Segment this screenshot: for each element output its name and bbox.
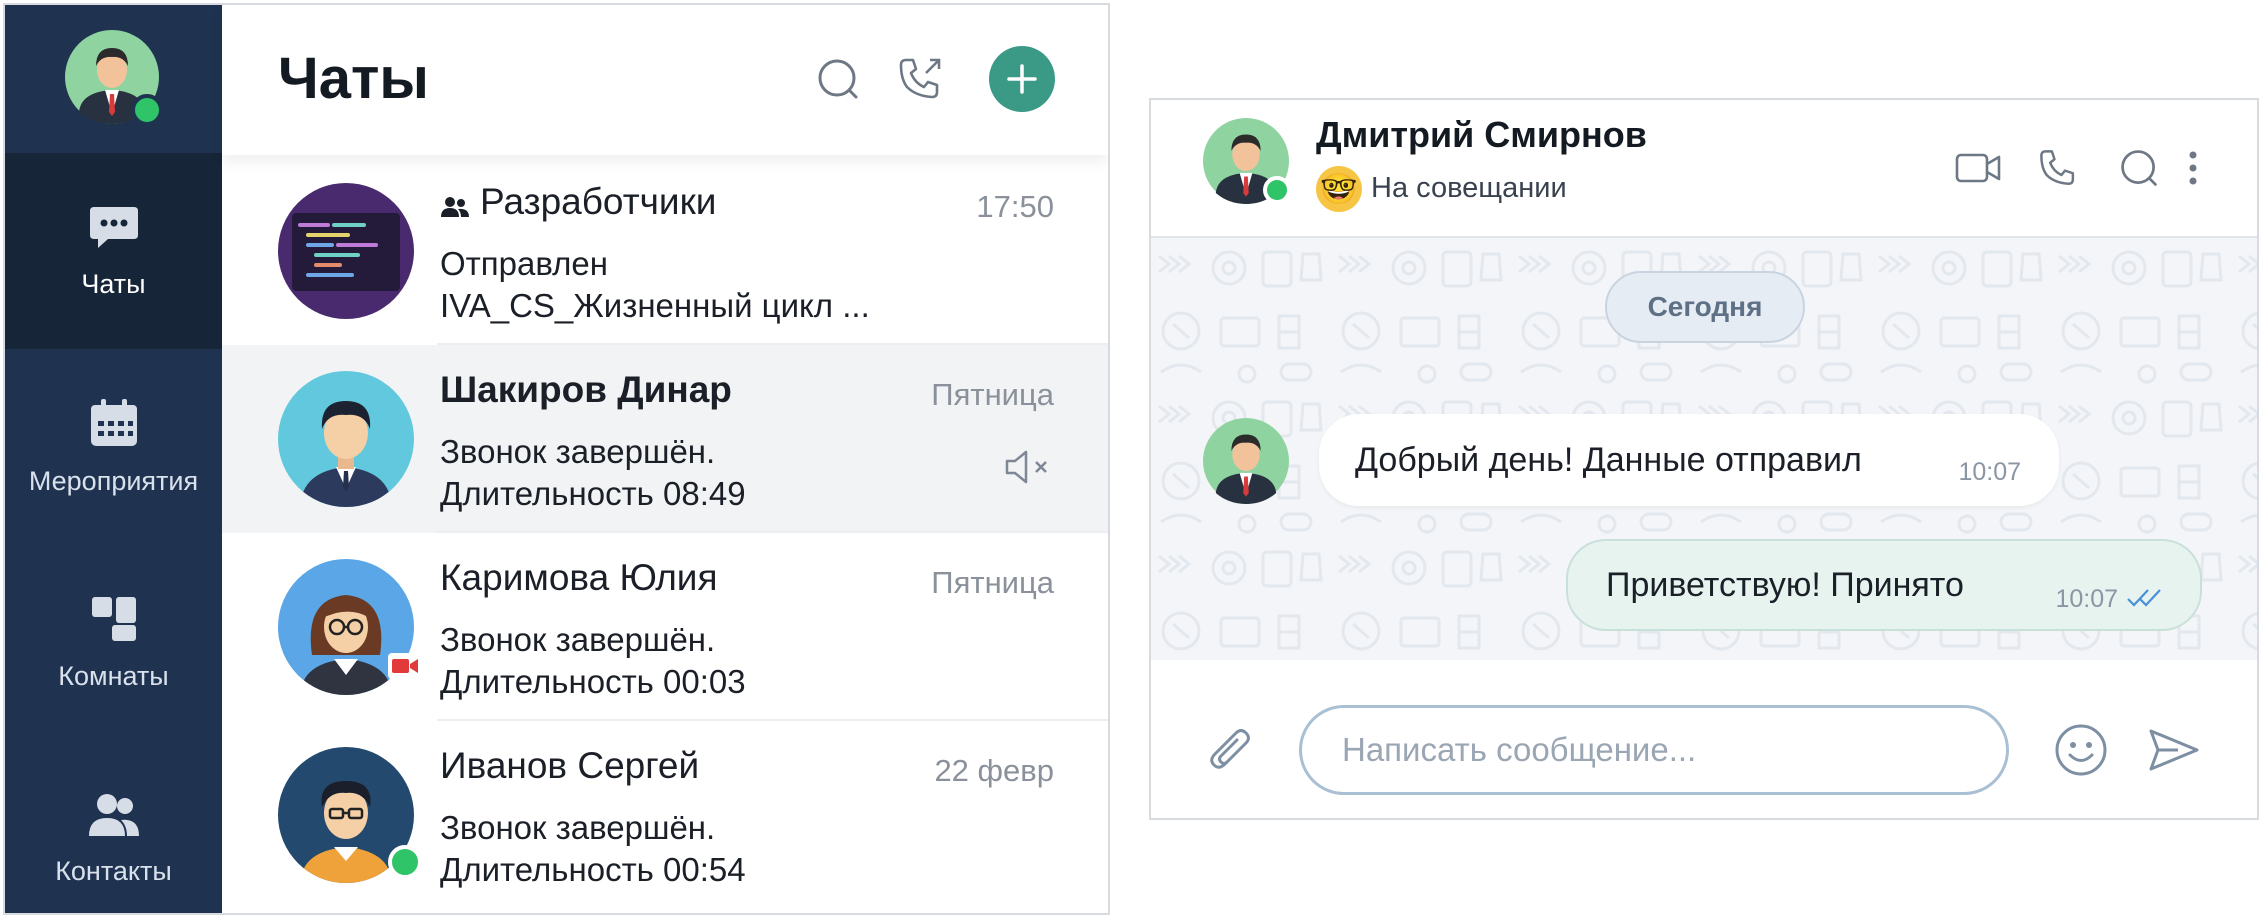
attach-button[interactable] (1201, 722, 1261, 782)
contact-avatar[interactable] (1203, 118, 1291, 204)
chat-time: 17:50 (976, 189, 1054, 224)
side-navigation: Чаты Мероприятия Комнаты Контакты (5, 5, 222, 913)
chat-row-ivanov[interactable]: Иванов Сергей 22 февр Звонок завершён. Д… (222, 721, 1108, 909)
video-camera-icon (1955, 153, 2001, 183)
message-line: Длительность 00:54 (440, 851, 746, 888)
chat-bubble-icon (89, 206, 138, 248)
chat-name: Разработчики (480, 181, 717, 222)
message-line: Длительность 00:03 (440, 663, 746, 700)
emoji-button[interactable] (2051, 720, 2111, 780)
more-options-button[interactable] (2173, 142, 2213, 194)
read-double-check-icon (2127, 589, 2161, 607)
contact-avatar (278, 371, 414, 507)
sender-avatar (1203, 418, 1289, 504)
more-vertical-icon (2189, 151, 2197, 185)
video-call-button[interactable] (1952, 142, 2004, 194)
chat-name: Шакиров Динар (440, 369, 732, 410)
contact-status: На совещании (1371, 172, 1567, 204)
message-line: Длительность 08:49 (440, 475, 746, 512)
send-icon (2149, 729, 2199, 771)
search-button[interactable] (808, 49, 868, 109)
message-time: 10:07 (2055, 585, 2118, 613)
message-input[interactable] (1299, 705, 2009, 795)
status-emoji: 🤓 (1316, 166, 1362, 212)
contacts-icon (88, 793, 139, 836)
chat-time: 22 февр (934, 753, 1054, 788)
chat-row-shakirov[interactable]: Шакиров Динар Пятница Звонок завершён. Д… (222, 345, 1108, 533)
incoming-message[interactable]: Добрый день! Данные отправил 10:07 (1319, 414, 2059, 506)
chat-last-message: Звонок завершён. Длительность 00:03 (440, 619, 746, 703)
chat-row-karimova[interactable]: Каримова Юлия Пятница Звонок завершён. Д… (222, 533, 1108, 721)
group-avatar (278, 183, 414, 319)
user-avatar[interactable] (65, 30, 163, 126)
phone-outgoing-icon (899, 58, 941, 99)
online-status-indicator (1263, 176, 1291, 204)
outgoing-message[interactable]: Приветствую! Принято 10:07 (1566, 539, 2202, 631)
muted-icon (1005, 450, 1047, 484)
online-status-indicator (388, 845, 422, 879)
chat-name: Каримова Юлия (440, 557, 718, 598)
send-button[interactable] (2144, 720, 2204, 780)
group-icon (441, 197, 469, 217)
message-line: Отправлен (440, 245, 608, 282)
search-icon (2121, 150, 2157, 186)
paperclip-icon (1210, 729, 1250, 769)
date-divider: Сегодня (1605, 271, 1805, 343)
nav-item-contacts[interactable]: Контакты (5, 741, 222, 913)
nav-item-chats[interactable]: Чаты (5, 153, 222, 349)
chat-last-message: Звонок завершён. Длительность 00:54 (440, 807, 746, 891)
contact-name: Дмитрий Смирнов (1316, 114, 1647, 155)
online-status-indicator (131, 94, 163, 126)
chat-row-developers[interactable]: Разработчики 17:50 Отправлен IVA_CS_Жизн… (222, 157, 1108, 345)
message-area: Сегодня Добрый день! Данные отправил 10:… (1151, 236, 2257, 660)
audio-call-button[interactable] (2032, 142, 2084, 194)
message-line: Звонок завершён. (440, 433, 716, 470)
chat-list-header: Чаты (222, 5, 1108, 155)
phone-icon (2040, 150, 2075, 185)
search-in-chat-button[interactable] (2113, 142, 2165, 194)
chat-time: Пятница (931, 377, 1054, 412)
rooms-icon (91, 596, 136, 641)
message-composer (1151, 660, 2257, 818)
nav-label-rooms: Комнаты (58, 660, 169, 691)
message-line: Звонок завершён. (440, 621, 716, 658)
chat-time: Пятница (931, 565, 1054, 600)
message-text: Добрый день! Данные отправил (1355, 440, 1862, 479)
chat-list: Чаты Разработчики 17:50 Отправлен IVA_CS… (222, 5, 1108, 913)
calendar-icon (90, 398, 137, 446)
nav-item-rooms[interactable]: Комнаты (5, 545, 222, 741)
conversation-header: Дмитрий Смирнов 🤓 На совещании (1151, 100, 2257, 238)
call-button[interactable] (890, 49, 950, 109)
message-line: Звонок завершён. (440, 809, 716, 846)
chat-last-message: Звонок завершён. Длительность 08:49 (440, 431, 746, 515)
video-call-icon (388, 653, 422, 679)
search-icon (818, 59, 858, 99)
message-text: Приветствую! Принято (1606, 565, 1964, 604)
nav-label-chats: Чаты (81, 268, 146, 299)
new-chat-button[interactable] (989, 46, 1055, 112)
nav-item-events[interactable]: Мероприятия (5, 349, 222, 545)
conversation-window: Дмитрий Смирнов 🤓 На совещании Сегодня Д… (1149, 98, 2259, 820)
page-title: Чаты (278, 46, 429, 111)
chat-name: Иванов Сергей (440, 745, 700, 786)
messenger-chat-list-window: Чаты Мероприятия Комнаты Контакты Чаты Р… (3, 3, 1110, 915)
smiley-icon (2055, 724, 2107, 776)
message-line: IVA_CS_Жизненный цикл ... (440, 287, 870, 324)
chat-last-message: Отправлен IVA_CS_Жизненный цикл ... (440, 243, 870, 327)
nav-label-events: Мероприятия (28, 465, 199, 496)
nav-label-contacts: Контакты (55, 855, 172, 886)
plus-icon (1007, 64, 1037, 94)
message-time: 10:07 (1958, 458, 2021, 486)
